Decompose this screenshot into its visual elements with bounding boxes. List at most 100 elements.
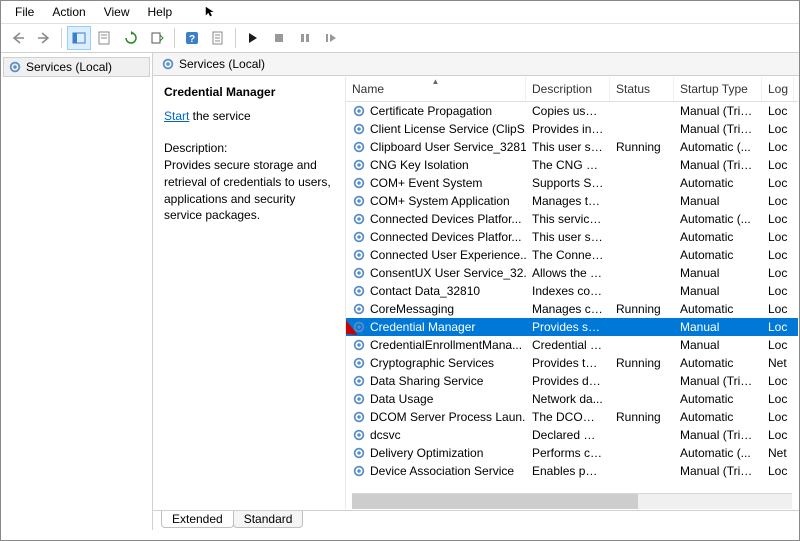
gear-icon <box>352 428 366 442</box>
gear-icon <box>352 176 366 190</box>
export-button[interactable] <box>145 26 169 50</box>
gear-icon <box>352 122 366 136</box>
gear-icon <box>352 284 366 298</box>
gear-icon <box>352 374 366 388</box>
service-row[interactable]: Data Sharing ServiceProvides da...Manual… <box>346 372 798 390</box>
service-logon: Loc <box>762 175 794 191</box>
service-row[interactable]: Device Association ServiceEnables pair..… <box>346 462 798 480</box>
properties-sheet-button[interactable] <box>206 26 230 50</box>
service-logon: Net <box>762 445 794 461</box>
menu-bar: File Action View Help <box>1 1 799 23</box>
svg-text:?: ? <box>189 34 195 45</box>
service-status <box>610 254 674 256</box>
service-row[interactable]: Cryptographic ServicesProvides thr...Run… <box>346 354 798 372</box>
horizontal-scrollbar[interactable] <box>352 493 792 509</box>
column-name[interactable]: Name▲ <box>346 77 526 101</box>
service-row[interactable]: Client License Service (ClipS...Provides… <box>346 120 798 138</box>
service-startup: Automatic (... <box>674 139 762 155</box>
service-row[interactable]: Contact Data_32810Indexes con...ManualLo… <box>346 282 798 300</box>
tab-extended[interactable]: Extended <box>161 511 234 528</box>
gear-icon <box>352 248 366 262</box>
service-name: Cryptographic Services <box>370 356 494 370</box>
separator <box>61 28 62 48</box>
service-startup: Automatic <box>674 391 762 407</box>
content-title: Services (Local) <box>179 57 265 71</box>
service-row[interactable]: Connected Devices Platfor...This service… <box>346 210 798 228</box>
service-row[interactable]: CNG Key IsolationThe CNG ke...Manual (Tr… <box>346 156 798 174</box>
separator <box>235 28 236 48</box>
service-description: Supports Sy... <box>526 175 610 191</box>
back-button[interactable] <box>6 26 30 50</box>
gear-icon <box>352 410 366 424</box>
stop-service-button[interactable] <box>267 26 291 50</box>
start-service-button[interactable] <box>241 26 265 50</box>
service-name: dcsvc <box>370 428 401 442</box>
service-startup: Manual (Trig... <box>674 103 762 119</box>
service-row[interactable]: CredentialEnrollmentMana...Credential E.… <box>346 336 798 354</box>
menu-help[interactable]: Help <box>140 3 181 21</box>
column-logon[interactable]: Log <box>762 77 794 101</box>
gear-icon <box>352 392 366 406</box>
service-row[interactable]: Connected Devices Platfor...This user se… <box>346 228 798 246</box>
refresh-button[interactable] <box>119 26 143 50</box>
service-row[interactable]: COM+ Event SystemSupports Sy...Automatic… <box>346 174 798 192</box>
service-startup: Manual (Trig... <box>674 427 762 443</box>
tree-item-services-local[interactable]: Services (Local) <box>3 57 150 77</box>
service-row[interactable]: CoreMessagingManages co...RunningAutomat… <box>346 300 798 318</box>
service-startup: Automatic <box>674 175 762 191</box>
service-name: Client License Service (ClipS... <box>370 122 526 136</box>
cursor-icon <box>196 3 226 24</box>
restart-service-button[interactable] <box>319 26 343 50</box>
service-row[interactable]: Delivery OptimizationPerforms co...Autom… <box>346 444 798 462</box>
column-startup[interactable]: Startup Type <box>674 77 762 101</box>
service-row[interactable]: DCOM Server Process Laun...The DCOML...R… <box>346 408 798 426</box>
show-hide-tree-button[interactable] <box>67 26 91 50</box>
tab-standard[interactable]: Standard <box>233 511 304 528</box>
toolbar: ? <box>1 23 799 53</box>
menu-action[interactable]: Action <box>44 3 93 21</box>
service-status <box>610 398 674 400</box>
help-button[interactable]: ? <box>180 26 204 50</box>
service-row[interactable]: Credential ManagerProvides se...ManualLo… <box>346 318 798 336</box>
service-row[interactable]: Certificate PropagationCopies user ...Ma… <box>346 102 798 120</box>
service-row[interactable]: Clipboard User Service_32810This user se… <box>346 138 798 156</box>
service-name: Certificate Propagation <box>370 104 492 118</box>
service-row[interactable]: Connected User Experience...The Connec..… <box>346 246 798 264</box>
gear-icon <box>352 212 366 226</box>
service-status <box>610 434 674 436</box>
service-logon: Loc <box>762 373 794 389</box>
menu-view[interactable]: View <box>96 3 138 21</box>
service-description: Provides se... <box>526 319 610 335</box>
gear-icon <box>352 446 366 460</box>
service-startup: Manual <box>674 337 762 353</box>
service-logon: Loc <box>762 427 794 443</box>
pause-service-button[interactable] <box>293 26 317 50</box>
service-status: Running <box>610 409 674 425</box>
service-logon: Loc <box>762 211 794 227</box>
service-startup: Automatic (... <box>674 445 762 461</box>
service-description: Indexes con... <box>526 283 610 299</box>
column-status[interactable]: Status <box>610 77 674 101</box>
service-row[interactable]: Data UsageNetwork da...AutomaticLoc <box>346 390 798 408</box>
service-row[interactable]: ConsentUX User Service_32...Allows the s… <box>346 264 798 282</box>
service-name: Connected User Experience... <box>370 248 526 262</box>
forward-button[interactable] <box>32 26 56 50</box>
properties-button[interactable] <box>93 26 117 50</box>
start-service-link[interactable]: Start <box>164 109 189 123</box>
list-body[interactable]: Certificate PropagationCopies user ...Ma… <box>346 102 798 493</box>
service-logon: Loc <box>762 103 794 119</box>
service-startup: Automatic <box>674 229 762 245</box>
service-row[interactable]: dcsvcDeclared Co...Manual (Trig...Loc <box>346 426 798 444</box>
service-row[interactable]: COM+ System ApplicationManages th...Manu… <box>346 192 798 210</box>
service-startup: Manual (Trig... <box>674 463 762 479</box>
column-description[interactable]: Description <box>526 77 610 101</box>
service-startup: Manual <box>674 283 762 299</box>
service-startup: Manual (Trig... <box>674 373 762 389</box>
gear-icon <box>352 302 366 316</box>
service-description: The Connec... <box>526 247 610 263</box>
service-name: Data Usage <box>370 392 433 406</box>
service-status: Running <box>610 139 674 155</box>
service-name: CoreMessaging <box>370 302 454 316</box>
menu-file[interactable]: File <box>7 3 42 21</box>
service-description: The CNG ke... <box>526 157 610 173</box>
